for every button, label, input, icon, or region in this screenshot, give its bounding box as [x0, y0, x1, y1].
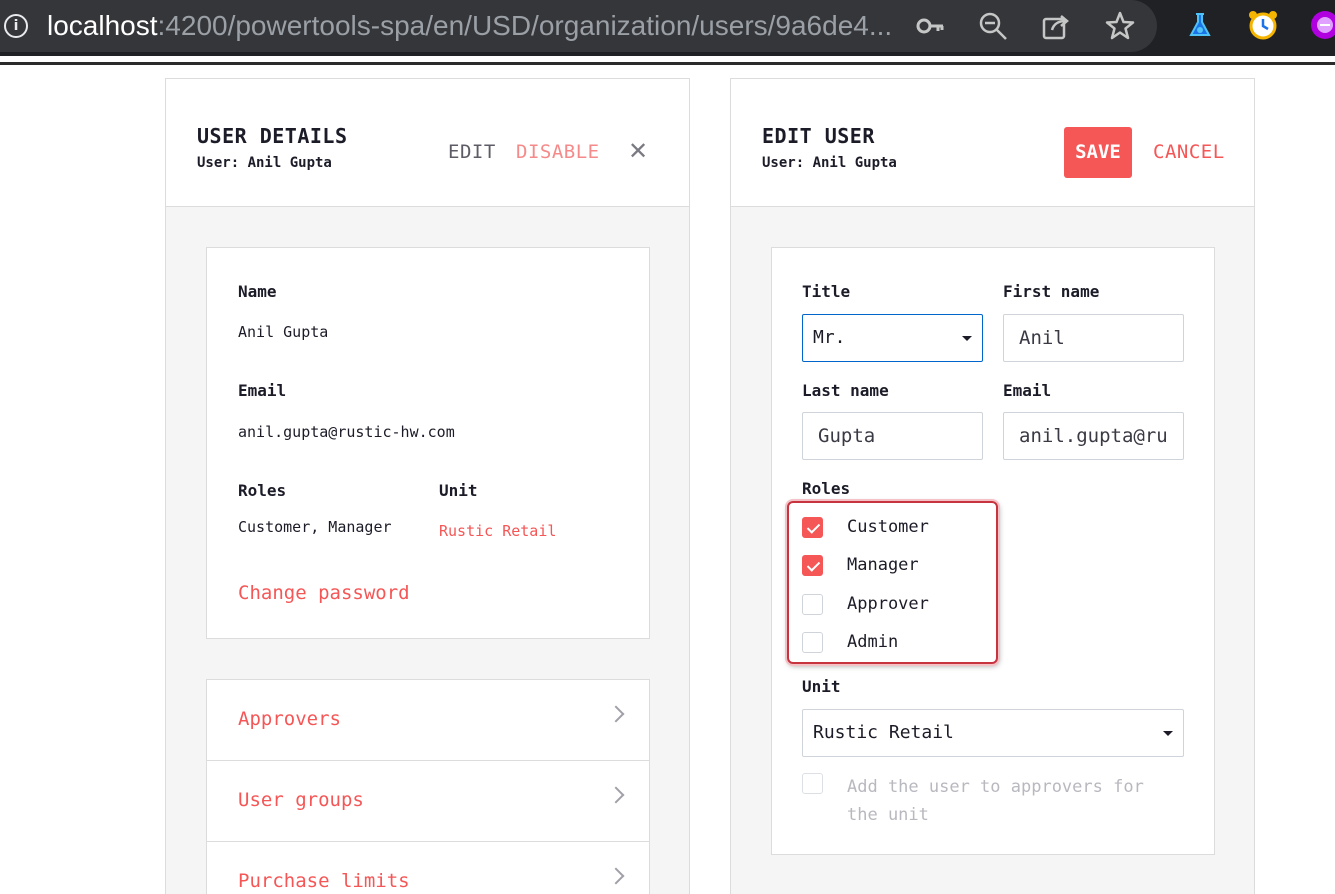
nav-item-label: Approvers [238, 708, 341, 730]
unit-select-value: Rustic Retail [813, 722, 954, 743]
chevron-right-icon [607, 705, 625, 723]
role-label: Approver [847, 594, 929, 614]
unit-label: Unit [802, 677, 841, 696]
panel-subtitle: User: Anil Gupta [197, 155, 332, 171]
browser-toolbar: i localhost:4200/powertools-spa/en/USD/o… [0, 0, 1335, 56]
chevron-right-icon [607, 786, 625, 804]
change-password-link[interactable]: Change password [238, 582, 410, 604]
last-name-input[interactable]: Gupta [802, 412, 983, 460]
email-input[interactable]: anil.gupta@ru [1003, 412, 1184, 460]
role-label: Admin [847, 632, 899, 652]
unit-select[interactable]: Rustic Retail [802, 709, 1184, 757]
extension-alarm-clock-icon[interactable] [1246, 8, 1280, 42]
edit-user-form: Title Mr. First name Anil Last name Gupt… [771, 247, 1215, 855]
role-label: Customer [847, 517, 929, 537]
title-select-value: Mr. [813, 327, 846, 348]
add-to-approvers-label: Add the user to approvers for the unit [847, 777, 1144, 825]
extension-flask-icon[interactable] [1183, 8, 1217, 42]
address-bar[interactable]: i localhost:4200/powertools-spa/en/USD/o… [0, 0, 1157, 52]
name-value: Anil Gupta [238, 323, 329, 341]
nav-item-purchase-limits[interactable]: Purchase limits [207, 842, 649, 894]
caret-down-icon [1163, 731, 1173, 736]
role-checkbox[interactable] [802, 594, 823, 615]
disable-link[interactable]: DISABLE [516, 141, 600, 163]
roles-value: Customer, Manager [238, 518, 392, 536]
edit-link[interactable]: EDIT [448, 141, 496, 163]
panel-subtitle: User: Anil Gupta [762, 155, 897, 171]
add-to-approvers-checkbox[interactable] [802, 773, 823, 794]
first-name-input[interactable]: Anil [1003, 314, 1184, 362]
nav-item-user-groups[interactable]: User groups [207, 761, 649, 842]
share-icon[interactable] [1040, 10, 1072, 42]
user-nav-list: Approvers User groups Purchase limits [206, 679, 650, 894]
panel-title: USER DETAILS [197, 124, 348, 148]
unit-link[interactable]: Rustic Retail [439, 522, 556, 540]
title-label: Title [802, 282, 851, 301]
cancel-button[interactable]: CANCEL [1153, 141, 1225, 163]
url-text[interactable]: localhost:4200/powertools-spa/en/USD/org… [47, 9, 892, 43]
caret-down-icon [962, 336, 972, 341]
roles-label: Roles [802, 479, 851, 498]
zoom-out-icon[interactable] [977, 10, 1009, 42]
nav-item-label: User groups [238, 789, 364, 811]
panel-title: EDIT USER [762, 124, 875, 148]
name-label: Name [238, 282, 277, 301]
unit-label: Unit [439, 481, 478, 500]
save-button[interactable]: SAVE [1064, 127, 1132, 178]
close-icon[interactable]: ✕ [628, 137, 648, 165]
bookmark-star-icon[interactable] [1104, 10, 1136, 42]
email-label: Email [1003, 381, 1052, 400]
chevron-right-icon [607, 867, 625, 885]
key-icon[interactable] [914, 10, 946, 42]
url-host: localhost [47, 10, 158, 41]
info-icon[interactable]: i [4, 14, 28, 38]
role-checkbox[interactable] [802, 517, 823, 538]
roles-label: Roles [238, 481, 287, 500]
url-path: :4200/powertools-spa/en/USD/organization… [157, 10, 893, 41]
role-checkbox[interactable] [802, 632, 823, 653]
email-label: Email [238, 381, 287, 400]
extension-purple-icon[interactable] [1308, 8, 1335, 42]
nav-item-approvers[interactable]: Approvers [207, 680, 649, 761]
first-name-label: First name [1003, 282, 1100, 301]
role-label: Manager [847, 555, 919, 575]
role-checkbox[interactable] [802, 555, 823, 576]
edit-user-header: EDIT USER User: Anil Gupta SAVE CANCEL [731, 79, 1254, 207]
toolbar-divider [0, 62, 1335, 65]
user-details-panel: USER DETAILS User: Anil Gupta EDIT DISAB… [165, 78, 690, 894]
user-details-card: Name Anil Gupta Email anil.gupta@rustic-… [206, 247, 650, 639]
title-select[interactable]: Mr. [802, 314, 983, 362]
edit-user-panel: EDIT USER User: Anil Gupta SAVE CANCEL T… [730, 78, 1255, 894]
user-details-header: USER DETAILS User: Anil Gupta EDIT DISAB… [166, 79, 689, 207]
last-name-label: Last name [802, 381, 889, 400]
nav-item-label: Purchase limits [238, 870, 410, 892]
email-value: anil.gupta@rustic-hw.com [238, 423, 455, 441]
